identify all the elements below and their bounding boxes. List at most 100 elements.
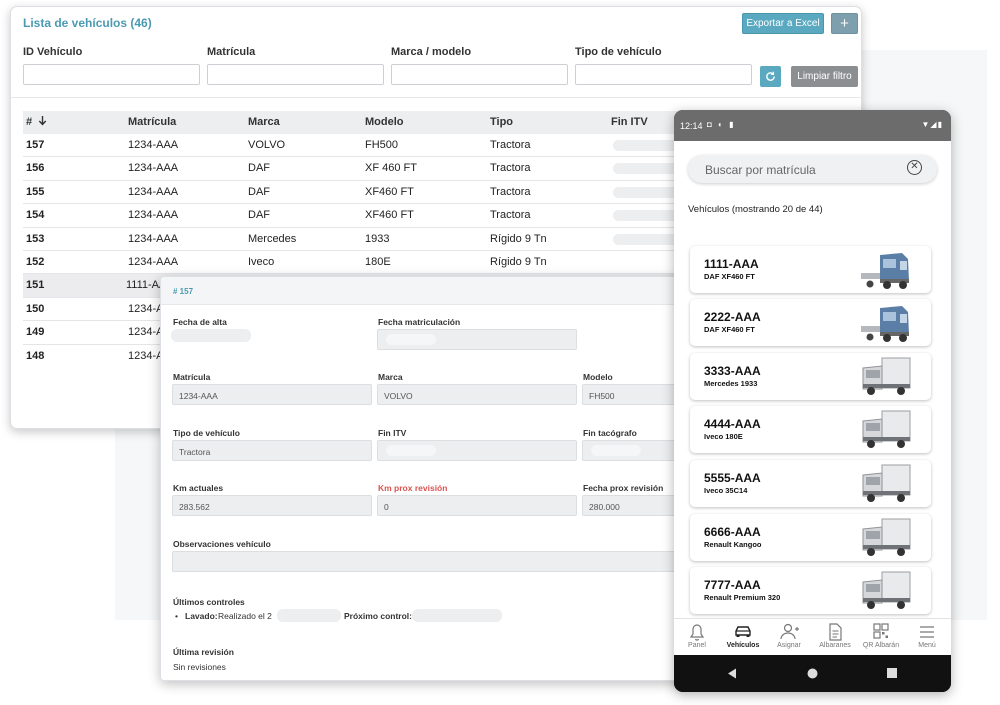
filter-id-input[interactable] [23, 64, 200, 85]
column-header-plate[interactable]: Matrícula [128, 116, 176, 128]
car-icon [735, 626, 751, 637]
modelo-label: Modelo [583, 372, 613, 382]
row-type: Rígido 9 Tn [490, 232, 547, 245]
back-icon[interactable] [727, 668, 737, 679]
column-header-brand[interactable]: Marca [248, 116, 280, 128]
refresh-button[interactable] [760, 66, 781, 87]
column-header-id[interactable]: # [26, 116, 32, 128]
row-id: 149 [26, 326, 45, 339]
row-id: 156 [26, 162, 45, 175]
export-excel-button[interactable]: Exportar a Excel [742, 13, 824, 34]
row-brand: Mercedes [248, 232, 297, 245]
nav-panel[interactable]: Panel [674, 619, 720, 655]
bullet: • [175, 611, 178, 621]
fecha-matric-field[interactable] [377, 329, 577, 350]
bell-icon [689, 624, 705, 641]
marca-label: Marca [378, 372, 403, 382]
row-type: Tractora [490, 209, 531, 222]
redacted-value [412, 609, 502, 622]
matricula-field[interactable]: 1234-AAA [172, 384, 372, 405]
fin-itv-field[interactable] [377, 440, 577, 461]
row-plate: 1234-AAA [128, 185, 179, 198]
km-label: Km actuales [173, 483, 224, 493]
filter-plate-input[interactable] [207, 64, 384, 85]
row-brand: VOLVO [248, 139, 286, 151]
filter-type-input[interactable] [575, 64, 752, 85]
vehicle-card[interactable]: 2222-AAA DAF XF460 FT [690, 299, 931, 346]
status-bar: 12:14 ◘ ◐ ▮ ▼◢▮ [674, 110, 951, 141]
nav-vehiculos[interactable]: Vehículos [720, 619, 766, 655]
vehicle-card[interactable]: 7777-AAA Renault Premium 320 [690, 567, 931, 614]
row-plate: 1234-AAA [128, 232, 179, 245]
nav-qr-albaran[interactable]: QR Albarán [858, 619, 904, 655]
clear-filter-button[interactable]: Limpiar filtro [791, 66, 858, 87]
card-plate: 2222-AAA [704, 310, 761, 324]
vehicle-card[interactable]: 1111-AAA DAF XF460 FT [690, 246, 931, 293]
km-prox-field[interactable]: 0 [377, 495, 577, 516]
status-time: 12:14 [680, 121, 703, 131]
observaciones-label: Observaciones vehículo [173, 539, 271, 549]
vehicle-card[interactable]: 6666-AAA Renault Kangoo [690, 514, 931, 561]
redacted-value [277, 609, 341, 622]
home-icon[interactable] [807, 668, 818, 679]
fecha-alta-label: Fecha de alta [173, 317, 227, 327]
card-model: Mercedes 1933 [704, 379, 758, 388]
search-placeholder: Buscar por matrícula [705, 163, 816, 177]
row-id: 155 [26, 185, 45, 198]
filter-type-label: Tipo de vehículo [575, 46, 662, 58]
card-plate: 6666-AAA [704, 525, 761, 539]
qr-code-icon [873, 623, 889, 639]
add-vehicle-button[interactable]: + [831, 13, 858, 34]
card-plate: 1111-AAA [704, 257, 759, 271]
ultimos-controles-label: Últimos controles [173, 597, 245, 607]
vehicle-card[interactable]: 5555-AAA Iveco 35C14 [690, 460, 931, 507]
tipo-field[interactable]: Tractora [172, 440, 372, 461]
vehicle-card[interactable]: 4444-AAA Iveco 180E [690, 406, 931, 453]
row-brand: DAF [248, 185, 270, 198]
row-plate: 1234-AAA [128, 139, 179, 151]
plate-search-input[interactable]: Buscar por matrícula ✕ [688, 155, 937, 183]
row-type: Rígido 9 Tn [490, 256, 547, 268]
column-header-model[interactable]: Modelo [365, 116, 404, 128]
column-header-itv[interactable]: Fin ITV [611, 116, 648, 128]
row-id: 150 [26, 302, 45, 315]
ultima-revision-value: Sin revisiones [173, 662, 226, 672]
arrow-down-icon[interactable] [38, 115, 47, 129]
nav-label: Panel [688, 642, 706, 649]
redacted-value [613, 186, 683, 198]
nav-menu[interactable]: Menú [904, 619, 950, 655]
nav-label: Vehículos [726, 642, 760, 649]
row-plate: 1234-AAA [128, 209, 179, 222]
close-circle-icon[interactable]: ✕ [907, 160, 922, 175]
recents-icon[interactable] [887, 668, 897, 678]
filter-id-label: ID Vehículo [23, 46, 83, 58]
phone-screen: Buscar por matrícula ✕ Vehículos (mostra… [674, 141, 951, 655]
user-add-icon [780, 623, 799, 640]
row-id: 152 [26, 256, 45, 268]
observaciones-field[interactable] [172, 551, 689, 572]
vehicle-detail-window: # 157 Fecha de alta Fecha matriculación … [160, 276, 690, 681]
vehicle-card[interactable]: 3333-AAA Mercedes 1933 [690, 353, 931, 400]
row-model: XF460 FT [365, 185, 414, 198]
row-model: XF 460 FT [365, 162, 417, 175]
divider [11, 97, 861, 98]
ultima-revision-label: Última revisión [173, 647, 234, 657]
card-plate: 7777-AAA [704, 578, 761, 592]
column-header-type[interactable]: Tipo [490, 116, 513, 128]
row-brand: DAF [248, 209, 270, 222]
marca-field[interactable]: VOLVO [377, 384, 577, 405]
row-type: Tractora [490, 185, 531, 198]
nav-albaranes[interactable]: Albaranes [812, 619, 858, 655]
filter-brand-input[interactable] [391, 64, 568, 85]
row-plate: 1234-AAA [128, 256, 179, 268]
fecha-matric-label: Fecha matriculación [378, 317, 461, 327]
row-id: 153 [26, 232, 45, 245]
notification-icons: ◘ ◐ ▮ [707, 120, 736, 129]
box-truck-icon [862, 357, 911, 395]
row-type: Tractora [490, 162, 531, 175]
vehicle-count: Vehículos (mostrando 20 de 44) [688, 204, 823, 215]
km-field[interactable]: 283.562 [172, 495, 372, 516]
nav-asignar[interactable]: Asignar [766, 619, 812, 655]
nav-label: QR Albarán [862, 642, 900, 649]
document-icon [829, 623, 842, 641]
